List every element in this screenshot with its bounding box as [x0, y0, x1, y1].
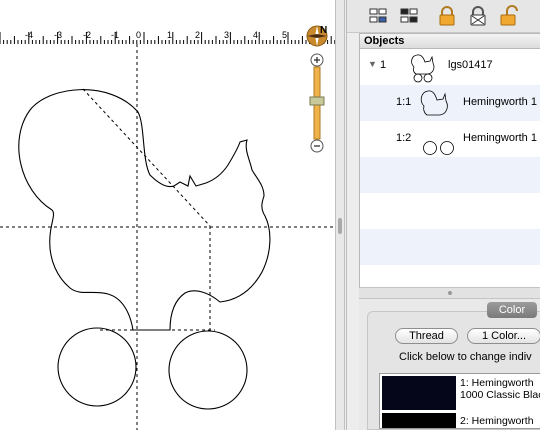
design-canvas[interactable]: -4 -3 -2 -1 0 1 2 3 4 5 N [0, 0, 335, 430]
objects-list[interactable]: ▼ 1 lgs01417 1:1 Hemingworth 1 1:2 Hemin… [359, 49, 540, 287]
object-number: 1:2 [396, 132, 412, 144]
object-number: 1 [380, 59, 387, 71]
pane-divider[interactable] [335, 0, 345, 430]
zoom-in-icon[interactable] [310, 53, 324, 67]
color-panel: Color Thread 1 Color... Click below to c… [359, 299, 540, 430]
group-objects-icon[interactable] [367, 5, 389, 27]
lock-icon[interactable] [436, 5, 458, 27]
object-row[interactable]: 1:1 Hemingworth 1 [360, 85, 540, 121]
colors-button[interactable]: 1 Color... [467, 328, 540, 344]
navigation-widget[interactable]: N [303, 22, 333, 162]
swatch-1-line-1: 1: Hemingworth [460, 377, 534, 389]
wheel-left[interactable] [57, 327, 137, 407]
thread-swatch-2[interactable] [382, 413, 456, 428]
panel-splitter[interactable] [359, 287, 540, 299]
zoom-out-icon[interactable] [310, 139, 324, 153]
thread-swatch-1[interactable] [382, 376, 456, 410]
object-row-group[interactable]: ▼ 1 lgs01417 [360, 49, 540, 85]
carriage-thumbnail-icon [411, 54, 435, 83]
swatch-2-line-1: 2: Hemingworth [460, 415, 534, 427]
zoom-slider-thumb[interactable] [309, 96, 325, 106]
thread-swatch-list[interactable]: 1: Hemingworth 1000 Classic Blac 2: Hemi… [379, 373, 540, 429]
compass-north-label: N [320, 25, 327, 36]
carriage-body-thumbnail-icon [420, 90, 448, 116]
splitter-grip[interactable] [448, 291, 452, 295]
unlock-icon[interactable] [498, 5, 520, 27]
carriage-outline[interactable] [18, 89, 271, 331]
objects-header: Objects [359, 33, 540, 49]
color-tab[interactable]: Color [487, 302, 537, 318]
color-hint-text: Click below to change indiv [399, 351, 532, 363]
ungroup-objects-icon[interactable] [398, 5, 420, 27]
side-panel: Objects ▼ 1 lgs01417 1:1 Hemingworth 1 1… [346, 0, 540, 430]
baby-carriage-design[interactable] [0, 0, 335, 430]
divider-grip[interactable] [338, 218, 342, 234]
object-name: Hemingworth 1 [463, 96, 537, 108]
object-number: 1:1 [396, 96, 412, 108]
disclosure-triangle-icon[interactable]: ▼ [368, 59, 377, 69]
object-name: lgs01417 [448, 59, 493, 71]
swatch-1-line-2: 1000 Classic Blac [460, 389, 540, 401]
thread-button[interactable]: Thread [395, 328, 458, 344]
object-toolbar [347, 0, 540, 33]
empty-row [360, 229, 540, 265]
compass-icon[interactable]: N [306, 25, 328, 47]
empty-row [360, 193, 540, 229]
wheels-thumbnail-icon [423, 141, 454, 155]
lock-toggle-icon[interactable] [467, 5, 489, 27]
object-row[interactable]: 1:2 Hemingworth 1 [360, 121, 540, 157]
empty-row [360, 265, 540, 287]
wheel-right[interactable] [168, 330, 248, 410]
object-name: Hemingworth 1 [463, 132, 537, 144]
empty-row [360, 157, 540, 193]
